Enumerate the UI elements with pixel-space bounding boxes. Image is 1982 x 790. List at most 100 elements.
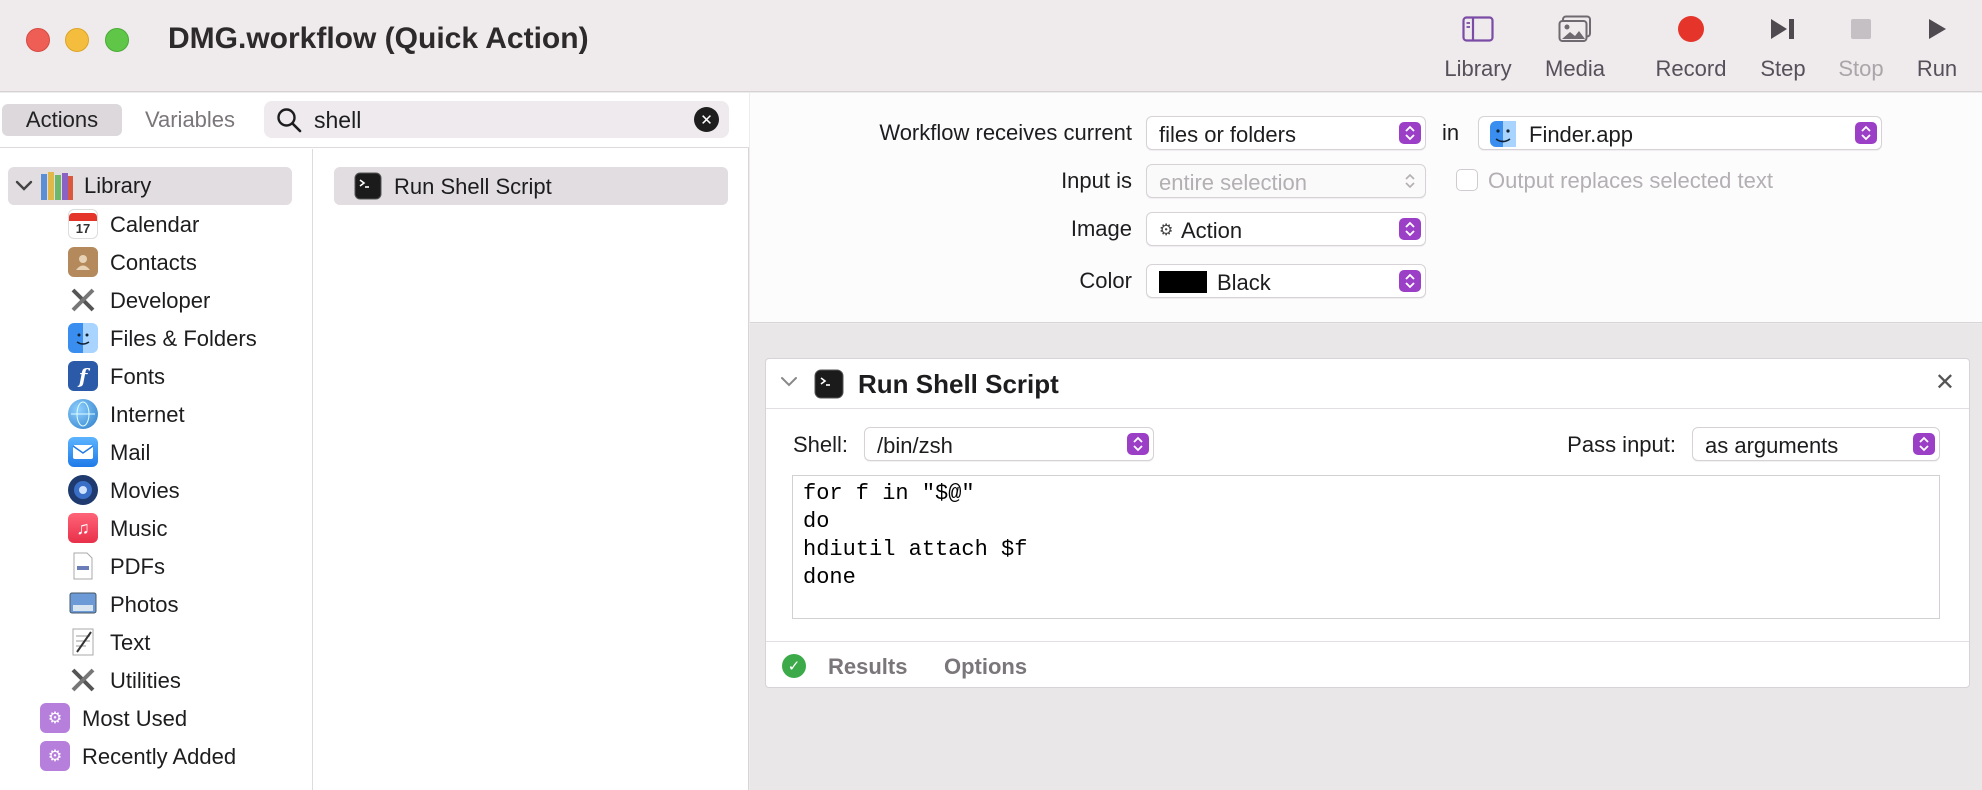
sidebar-item-recently-added[interactable]: ⚙ Recently Added bbox=[40, 739, 280, 773]
sidebar-item-mail[interactable]: Mail bbox=[68, 435, 308, 469]
library-search-bar: Actions Variables shell ✕ bbox=[0, 93, 749, 148]
step-icon bbox=[1769, 10, 1797, 48]
sidebar-item-label: Text bbox=[110, 630, 151, 655]
minimize-window-button[interactable] bbox=[65, 28, 89, 52]
chevron-down-icon[interactable] bbox=[780, 375, 798, 394]
sidebar-item-label: Developer bbox=[110, 288, 211, 313]
record-button-label: Record bbox=[1655, 56, 1727, 81]
calendar-icon: 17 bbox=[68, 209, 98, 239]
script-editor[interactable]: for f in "$@" do hdiutil attach $f done bbox=[792, 475, 1940, 619]
sidebar-item-fonts[interactable]: f Fonts bbox=[68, 359, 308, 393]
clear-search-icon[interactable]: ✕ bbox=[694, 107, 719, 132]
media-button[interactable]: Media bbox=[1540, 10, 1610, 86]
close-window-button[interactable] bbox=[26, 28, 50, 52]
search-input[interactable]: shell bbox=[314, 107, 361, 134]
sidebar-item-label: Utilities bbox=[110, 668, 181, 693]
sidebar-item-pdfs[interactable]: PDFs bbox=[68, 549, 308, 583]
input-is-popup[interactable]: entire selection bbox=[1146, 164, 1426, 198]
step-button-label: Step bbox=[1760, 56, 1806, 81]
sidebar-item-label: Movies bbox=[110, 478, 180, 503]
tab-options[interactable]: Options bbox=[944, 654, 1027, 680]
sidebar-item-label: Mail bbox=[110, 440, 151, 465]
workflow-settings: Workflow receives current files or folde… bbox=[750, 93, 1982, 323]
search-field[interactable]: shell ✕ bbox=[264, 101, 729, 138]
step-button[interactable]: Step bbox=[1755, 10, 1811, 86]
terminal-icon bbox=[814, 369, 844, 404]
run-button-label: Run bbox=[1916, 56, 1958, 81]
action-card-run-shell-script: Run Shell Script ✕ Shell: /bin/zsh Pass … bbox=[765, 358, 1970, 688]
sidebar-item-utilities[interactable]: Utilities bbox=[68, 663, 308, 697]
pass-input-label: Pass input: bbox=[1567, 432, 1676, 457]
action-library-pane: Actions Variables shell ✕ Library 17 Cal… bbox=[0, 93, 749, 790]
action-card-footer: ✓ Results Options bbox=[766, 641, 1969, 688]
stop-button[interactable]: Stop bbox=[1834, 10, 1888, 86]
tab-results[interactable]: Results bbox=[828, 654, 907, 680]
close-action-icon[interactable]: ✕ bbox=[1935, 368, 1955, 397]
receives-popup[interactable]: files or folders bbox=[1146, 116, 1426, 150]
action-result-label: Run Shell Script bbox=[394, 174, 552, 199]
record-button[interactable]: Record bbox=[1652, 10, 1730, 86]
sidebar-item-library[interactable]: Library bbox=[8, 167, 292, 205]
window-title: DMG.workflow (Quick Action) bbox=[168, 22, 589, 55]
column-divider[interactable] bbox=[312, 149, 313, 790]
updown-arrows-icon bbox=[1913, 433, 1935, 455]
updown-arrows-icon bbox=[1399, 218, 1421, 240]
sidebar-item-internet[interactable]: Internet bbox=[68, 397, 308, 431]
input-is-label: Input is bbox=[1061, 168, 1132, 193]
sidebar-item-music[interactable]: ♫ Music bbox=[68, 511, 308, 545]
sidebar-item-text[interactable]: Text bbox=[68, 625, 308, 659]
color-label: Color bbox=[1079, 268, 1132, 293]
color-popup[interactable]: Black bbox=[1146, 264, 1426, 298]
tab-variables[interactable]: Variables bbox=[130, 104, 250, 136]
run-button[interactable]: Run bbox=[1912, 10, 1962, 86]
utilities-icon bbox=[68, 665, 98, 695]
application-value: Finder.app bbox=[1529, 122, 1633, 147]
library-button-label: Library bbox=[1444, 56, 1512, 81]
photos-icon bbox=[68, 589, 98, 619]
library-button[interactable]: Library bbox=[1440, 10, 1516, 86]
application-popup[interactable]: Finder.app bbox=[1478, 116, 1882, 150]
shell-popup[interactable]: /bin/zsh bbox=[864, 427, 1154, 461]
chevron-down-icon[interactable] bbox=[14, 175, 34, 200]
smart-folder-icon: ⚙ bbox=[40, 741, 70, 771]
updown-arrows-icon bbox=[1399, 270, 1421, 292]
sidebar-item-label: Fonts bbox=[110, 364, 166, 389]
library-books-icon bbox=[40, 170, 74, 207]
sidebar-item-most-used[interactable]: ⚙ Most Used bbox=[40, 701, 280, 735]
checkmark-icon: ✓ bbox=[782, 654, 806, 678]
shell-value: /bin/zsh bbox=[877, 433, 953, 458]
shell-label: Shell: bbox=[793, 432, 849, 457]
sidebar-item-files-folders[interactable]: Files & Folders bbox=[68, 321, 308, 355]
action-result-run-shell-script[interactable]: Run Shell Script bbox=[334, 167, 728, 205]
title-bar: DMG.workflow (Quick Action) Library Medi… bbox=[0, 0, 1982, 92]
pass-input-popup[interactable]: as arguments bbox=[1692, 427, 1940, 461]
sidebar-item-movies[interactable]: Movies bbox=[68, 473, 308, 507]
pass-input-value: as arguments bbox=[1705, 433, 1839, 458]
image-popup[interactable]: ⚙ Action bbox=[1146, 212, 1426, 246]
sidebar-item-label: Calendar bbox=[110, 212, 200, 237]
sidebar-item-label: PDFs bbox=[110, 554, 165, 579]
terminal-icon bbox=[354, 172, 382, 205]
output-replaces-checkbox[interactable] bbox=[1456, 169, 1478, 191]
sidebar-item-library-label: Library bbox=[84, 173, 152, 198]
updown-arrows-icon bbox=[1399, 170, 1421, 192]
sidebar-item-contacts[interactable]: Contacts bbox=[68, 245, 308, 279]
mail-icon bbox=[68, 437, 98, 467]
image-label: Image bbox=[1070, 216, 1132, 241]
sidebar-item-label: Internet bbox=[110, 402, 185, 427]
tab-actions[interactable]: Actions bbox=[2, 104, 122, 136]
color-swatch bbox=[1159, 271, 1207, 293]
text-icon bbox=[68, 627, 98, 657]
sidebar-item-label: Photos bbox=[110, 592, 179, 617]
zoom-window-button[interactable] bbox=[105, 28, 129, 52]
library-sidebar-icon bbox=[1462, 10, 1494, 48]
sidebar-item-developer[interactable]: Developer bbox=[68, 283, 308, 317]
finder-icon bbox=[1489, 120, 1517, 154]
fonts-icon: f bbox=[68, 361, 98, 391]
action-gear-icon: ⚙ bbox=[1159, 222, 1174, 239]
output-replaces-label: Output replaces selected text bbox=[1488, 168, 1773, 193]
sidebar-item-label: Files & Folders bbox=[110, 326, 257, 351]
sidebar-item-calendar[interactable]: 17 Calendar bbox=[68, 207, 308, 241]
sidebar-item-photos[interactable]: Photos bbox=[68, 587, 308, 621]
in-label: in bbox=[1442, 120, 1460, 145]
